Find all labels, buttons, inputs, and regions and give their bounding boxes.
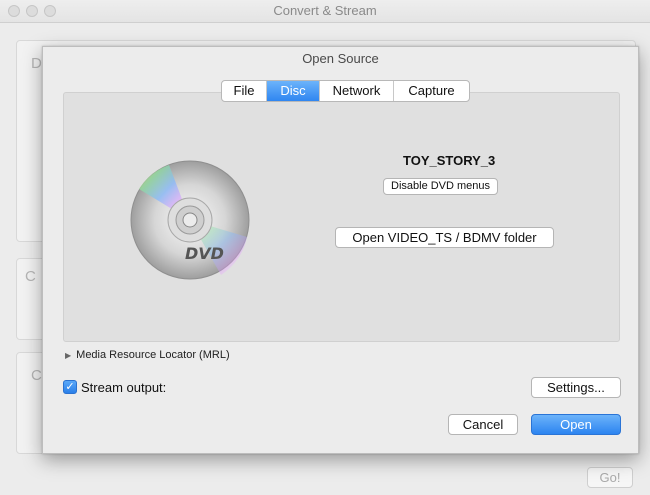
tab-file[interactable]: File xyxy=(222,81,267,101)
source-tabs: File Disc Network Capture xyxy=(221,80,470,102)
cancel-button[interactable]: Cancel xyxy=(448,414,518,435)
mrl-label: Media Resource Locator (MRL) xyxy=(76,349,230,361)
stream-output-checkbox[interactable]: ✓ xyxy=(63,380,77,394)
open-button[interactable]: Open xyxy=(531,414,621,435)
minimize-window-button[interactable] xyxy=(26,5,38,17)
settings-button[interactable]: Settings... xyxy=(531,377,621,398)
tab-capture[interactable]: Capture xyxy=(394,81,469,101)
tab-disc[interactable]: Disc xyxy=(267,81,320,101)
disclosure-triangle-icon: ▶ xyxy=(65,351,72,360)
background-panel-bottom-letter: C xyxy=(31,367,42,384)
disc-name: TOY_STORY_3 xyxy=(403,153,496,168)
window-title: Convert & Stream xyxy=(273,3,377,18)
zoom-window-button[interactable] xyxy=(44,5,56,17)
tab-network[interactable]: Network xyxy=(320,81,394,101)
stream-output-label: Stream output: xyxy=(81,380,167,395)
dialog-title: Open Source xyxy=(302,51,379,66)
dvd-disc-icon: DVD xyxy=(130,160,250,280)
dvd-logo-text: DVD xyxy=(185,244,224,263)
background-panel-top-letter: D xyxy=(31,55,42,72)
mrl-disclosure[interactable]: ▶ Media Resource Locator (MRL) xyxy=(65,349,230,361)
background-panel-middle-letter: C xyxy=(25,268,36,285)
go-button[interactable]: Go! xyxy=(587,467,633,488)
close-window-button[interactable] xyxy=(8,5,20,17)
open-source-dialog: Open Source File Disc Network Capture DV… xyxy=(42,46,639,454)
open-video-ts-folder-button[interactable]: Open VIDEO_TS / BDMV folder xyxy=(335,227,554,248)
window-titlebar: Convert & Stream xyxy=(0,0,650,23)
disable-dvd-menus-button[interactable]: Disable DVD menus xyxy=(383,178,499,195)
